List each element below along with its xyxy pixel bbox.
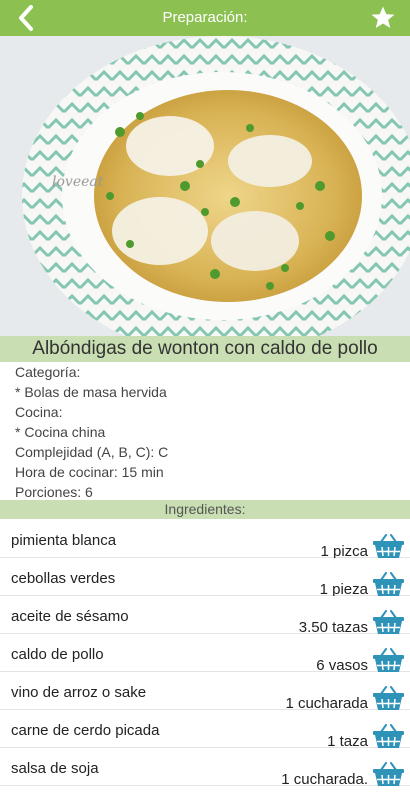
top-bar: Preparación:: [0, 0, 410, 36]
info-category-label: Categoría:: [15, 364, 81, 380]
basket-icon[interactable]: [372, 571, 405, 597]
image-watermark: loveeat: [52, 174, 104, 190]
info-cuisine-value: * Cocina china: [15, 424, 106, 440]
info-cuisine-label: Cocina:: [15, 404, 63, 420]
basket-icon[interactable]: [372, 761, 405, 787]
ingredient-name: vino de arroz o sake: [11, 684, 147, 701]
info-category-value: * Bolas de masa hervida: [15, 384, 167, 400]
info-servings: Porciones: 6: [15, 484, 93, 500]
list-item: caldo de pollo 6 vasos: [0, 634, 410, 674]
basket-icon[interactable]: [372, 609, 405, 635]
list-item: salsa de soja 1 cucharada.: [0, 748, 410, 788]
basket-icon[interactable]: [372, 647, 405, 673]
ingredient-quantity: 1 cucharada.: [281, 771, 368, 788]
ingredient-name: carne de cerdo picada: [11, 722, 160, 739]
page-title: Preparación:: [162, 9, 248, 26]
recipe-photo: loveeat: [0, 36, 410, 336]
basket-icon[interactable]: [372, 533, 405, 559]
basket-icon[interactable]: [372, 685, 405, 711]
recipe-title: Albóndigas de wonton con caldo de pollo: [0, 336, 410, 362]
ingredient-name: cebollas verdes: [11, 570, 116, 587]
ingredient-name: pimienta blanca: [11, 532, 117, 549]
info-complexity: Complejidad (A, B, C): C: [15, 444, 169, 460]
ingredients-header: Ingredientes:: [0, 500, 410, 519]
list-item: aceite de sésamo 3.50 tazas: [0, 596, 410, 636]
ingredients-list: pimienta blanca 1 pizca cebollas verdes …: [0, 520, 410, 788]
list-item: vino de arroz o sake 1 cucharada: [0, 672, 410, 712]
ingredient-name: salsa de soja: [11, 760, 99, 777]
ingredient-name: aceite de sésamo: [11, 608, 129, 625]
star-icon[interactable]: [370, 5, 396, 31]
list-item: cebollas verdes 1 pieza: [0, 558, 410, 598]
basket-icon[interactable]: [372, 723, 405, 749]
list-item: carne de cerdo picada 1 taza: [0, 710, 410, 750]
list-item: pimienta blanca 1 pizca: [0, 520, 410, 560]
recipe-info: Categoría: * Bolas de masa hervida Cocin…: [15, 362, 405, 502]
info-cook-time: Hora de cocinar: 15 min: [15, 464, 164, 480]
ingredient-name: caldo de pollo: [11, 646, 104, 663]
